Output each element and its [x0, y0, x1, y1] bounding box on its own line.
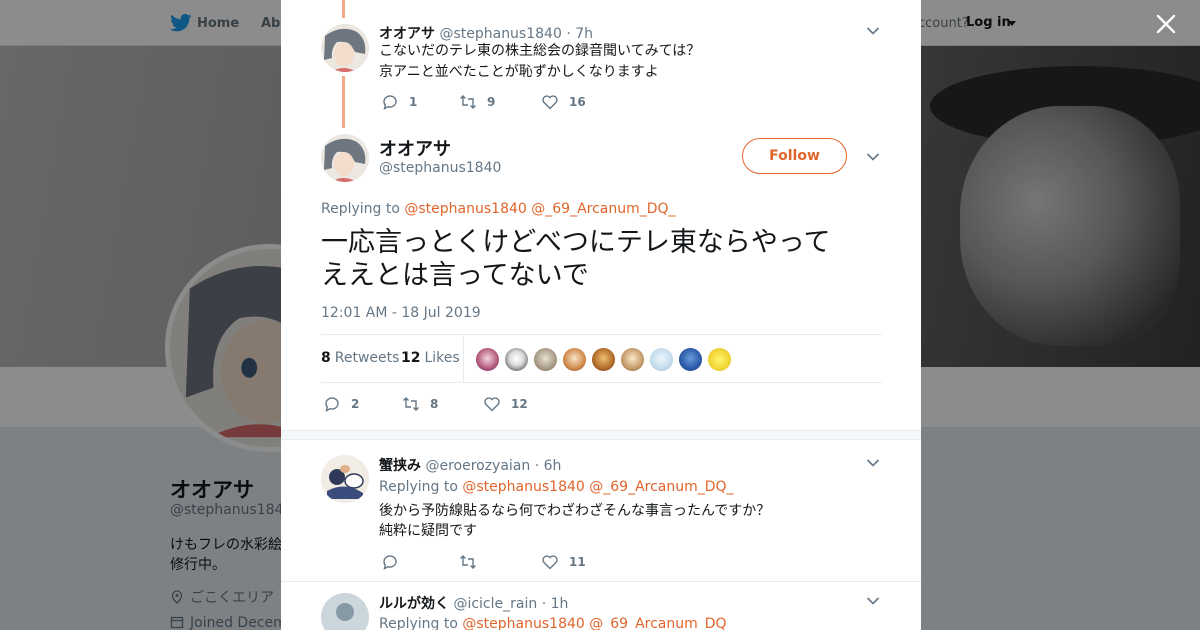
stats-divider	[463, 335, 464, 383]
main-tweet-timestamp[interactable]: 12:01 AM - 18 Jul 2019	[321, 305, 481, 321]
parent-retweet-action[interactable]: 9	[459, 93, 495, 111]
retweet-stat-label: Retweets	[334, 350, 400, 366]
replying-prefix: Replying to	[379, 616, 458, 630]
like-stat-label: Likes	[424, 350, 460, 366]
parent-tweet-text-line-2: 京アニと並べたことが恥ずかしくなりますよ	[379, 64, 659, 80]
replying-link-2[interactable]: @_69_Arcanum_DQ_	[589, 479, 733, 495]
thread-line-top	[342, 0, 345, 18]
parent-tweet-time[interactable]: · 7h	[566, 26, 593, 42]
tweet-modal: オオアサ @stephanus1840 · 7h こないだのテレ東の株主総会の録…	[281, 0, 921, 630]
replying-link-2[interactable]: @_69_Arcanum_DQ_	[531, 201, 675, 217]
liker-avatar[interactable]	[562, 347, 587, 372]
parent-reply-count: 1	[409, 95, 418, 109]
avatar-image	[321, 455, 369, 503]
replies-separator	[281, 430, 921, 440]
like-stat[interactable]: 12 Likes	[401, 350, 460, 366]
parent-like-action[interactable]: 16	[541, 93, 586, 111]
main-tweet-replying-to: Replying to @stephanus1840 @_69_Arcanum_…	[321, 201, 676, 217]
main-tweet-text: 一応言っとくけどべつにテレ東ならやって ええとは言ってないで	[321, 226, 881, 292]
main-tweet-text-line-1: 一応言っとくけどべつにテレ東ならやって	[321, 227, 831, 258]
avatar-image	[321, 24, 369, 72]
reply2-handle[interactable]: @icicle_rain	[453, 596, 537, 612]
reply1-avatar[interactable]	[321, 455, 369, 503]
reply-icon	[325, 397, 339, 412]
reply1-text-line-1: 後から予防線貼るなら何でわざわざそんな事言ったんですか？	[379, 503, 771, 519]
reply-icon	[383, 95, 397, 110]
reply1-reply-action[interactable]	[381, 553, 409, 571]
liker-avatar[interactable]	[707, 347, 732, 372]
heart-icon	[542, 95, 558, 110]
main-tweet-avatar[interactable]	[321, 134, 369, 182]
parent-tweet-header: オオアサ @stephanus1840 · 7h	[379, 23, 593, 43]
retweet-icon	[403, 397, 419, 411]
parent-reply-action[interactable]: 1	[381, 93, 417, 111]
reply2-time[interactable]: · 1h	[542, 596, 569, 612]
liker-avatar[interactable]	[591, 347, 616, 372]
liker-avatar[interactable]	[649, 347, 674, 372]
reply1-like-action[interactable]: 11	[541, 553, 586, 571]
main-reply-action[interactable]: 2	[323, 395, 359, 413]
chevron-down-icon[interactable]	[866, 152, 880, 162]
reply1-like-count: 11	[569, 555, 586, 569]
parent-tweet-text-line-1: こないだのテレ東の株主総会の録音聞いてみては？	[379, 43, 701, 59]
reply2-replying-to: Replying to @stephanus1840 @_69_Arcanum_…	[379, 616, 727, 630]
reply2-avatar[interactable]	[321, 593, 369, 630]
thread-line-bottom	[342, 76, 345, 128]
main-tweet-name[interactable]: オオアサ	[379, 135, 451, 161]
heart-icon	[484, 397, 500, 412]
replying-link-1[interactable]: @stephanus1840	[462, 616, 584, 630]
retweet-icon	[460, 555, 476, 569]
main-like-count: 12	[511, 397, 528, 411]
liker-avatar[interactable]	[533, 347, 558, 372]
liker-avatar[interactable]	[620, 347, 645, 372]
reply2-name[interactable]: ルルが効く	[379, 596, 449, 612]
liker-avatar[interactable]	[475, 347, 500, 372]
replying-link-1[interactable]: @stephanus1840	[404, 201, 526, 217]
parent-tweet-avatar[interactable]	[321, 24, 369, 72]
reply1-time[interactable]: · 6h	[535, 458, 562, 474]
reply-icon	[383, 555, 397, 570]
retweet-stat-count: 8	[321, 350, 331, 366]
main-tweet-text-line-2: ええとは言ってないで	[321, 260, 589, 291]
chevron-down-icon[interactable]	[866, 26, 880, 36]
reply1-header: 蟹挟み @eroerozyaian · 6h	[379, 455, 561, 475]
parent-retweet-count: 9	[487, 95, 496, 109]
reply1-handle[interactable]: @eroerozyaian	[425, 458, 530, 474]
parent-like-count: 16	[569, 95, 586, 109]
reply1-replying-to: Replying to @stephanus1840 @_69_Arcanum_…	[379, 479, 734, 495]
replying-link-1[interactable]: @stephanus1840	[462, 479, 584, 495]
tweet-stats: 8 Retweets 12 Likes	[321, 334, 882, 383]
retweet-icon	[460, 95, 476, 109]
replying-link-2[interactable]: @_69_Arcanum_DQ	[589, 616, 726, 630]
reply-divider	[281, 581, 921, 582]
parent-tweet-name[interactable]: オオアサ	[379, 26, 435, 42]
default-avatar-icon	[321, 593, 369, 630]
close-icon[interactable]	[1154, 12, 1178, 36]
heart-icon	[542, 555, 558, 570]
replying-prefix: Replying to	[379, 479, 458, 495]
liker-avatar[interactable]	[678, 347, 703, 372]
main-reply-count: 2	[351, 397, 360, 411]
reply1-retweet-action[interactable]	[459, 553, 487, 571]
like-stat-count: 12	[401, 350, 421, 366]
retweet-stat[interactable]: 8 Retweets	[321, 350, 399, 366]
parent-tweet-handle[interactable]: @stephanus1840	[439, 26, 561, 42]
main-tweet-handle[interactable]: @stephanus1840	[379, 160, 501, 176]
main-like-action[interactable]: 12	[483, 395, 528, 413]
reply2-header: ルルが効く @icicle_rain · 1h	[379, 593, 568, 613]
chevron-down-icon[interactable]	[866, 458, 880, 468]
chevron-down-icon[interactable]	[866, 596, 880, 606]
liker-avatar[interactable]	[504, 347, 529, 372]
main-retweet-action[interactable]: 8	[402, 395, 438, 413]
avatar-image	[321, 134, 369, 182]
replying-prefix: Replying to	[321, 201, 400, 217]
main-retweet-count: 8	[430, 397, 439, 411]
reply1-text-line-2: 純粋に疑問です	[379, 523, 477, 539]
follow-button[interactable]: Follow	[742, 138, 847, 174]
reply1-name[interactable]: 蟹挟み	[379, 458, 421, 474]
